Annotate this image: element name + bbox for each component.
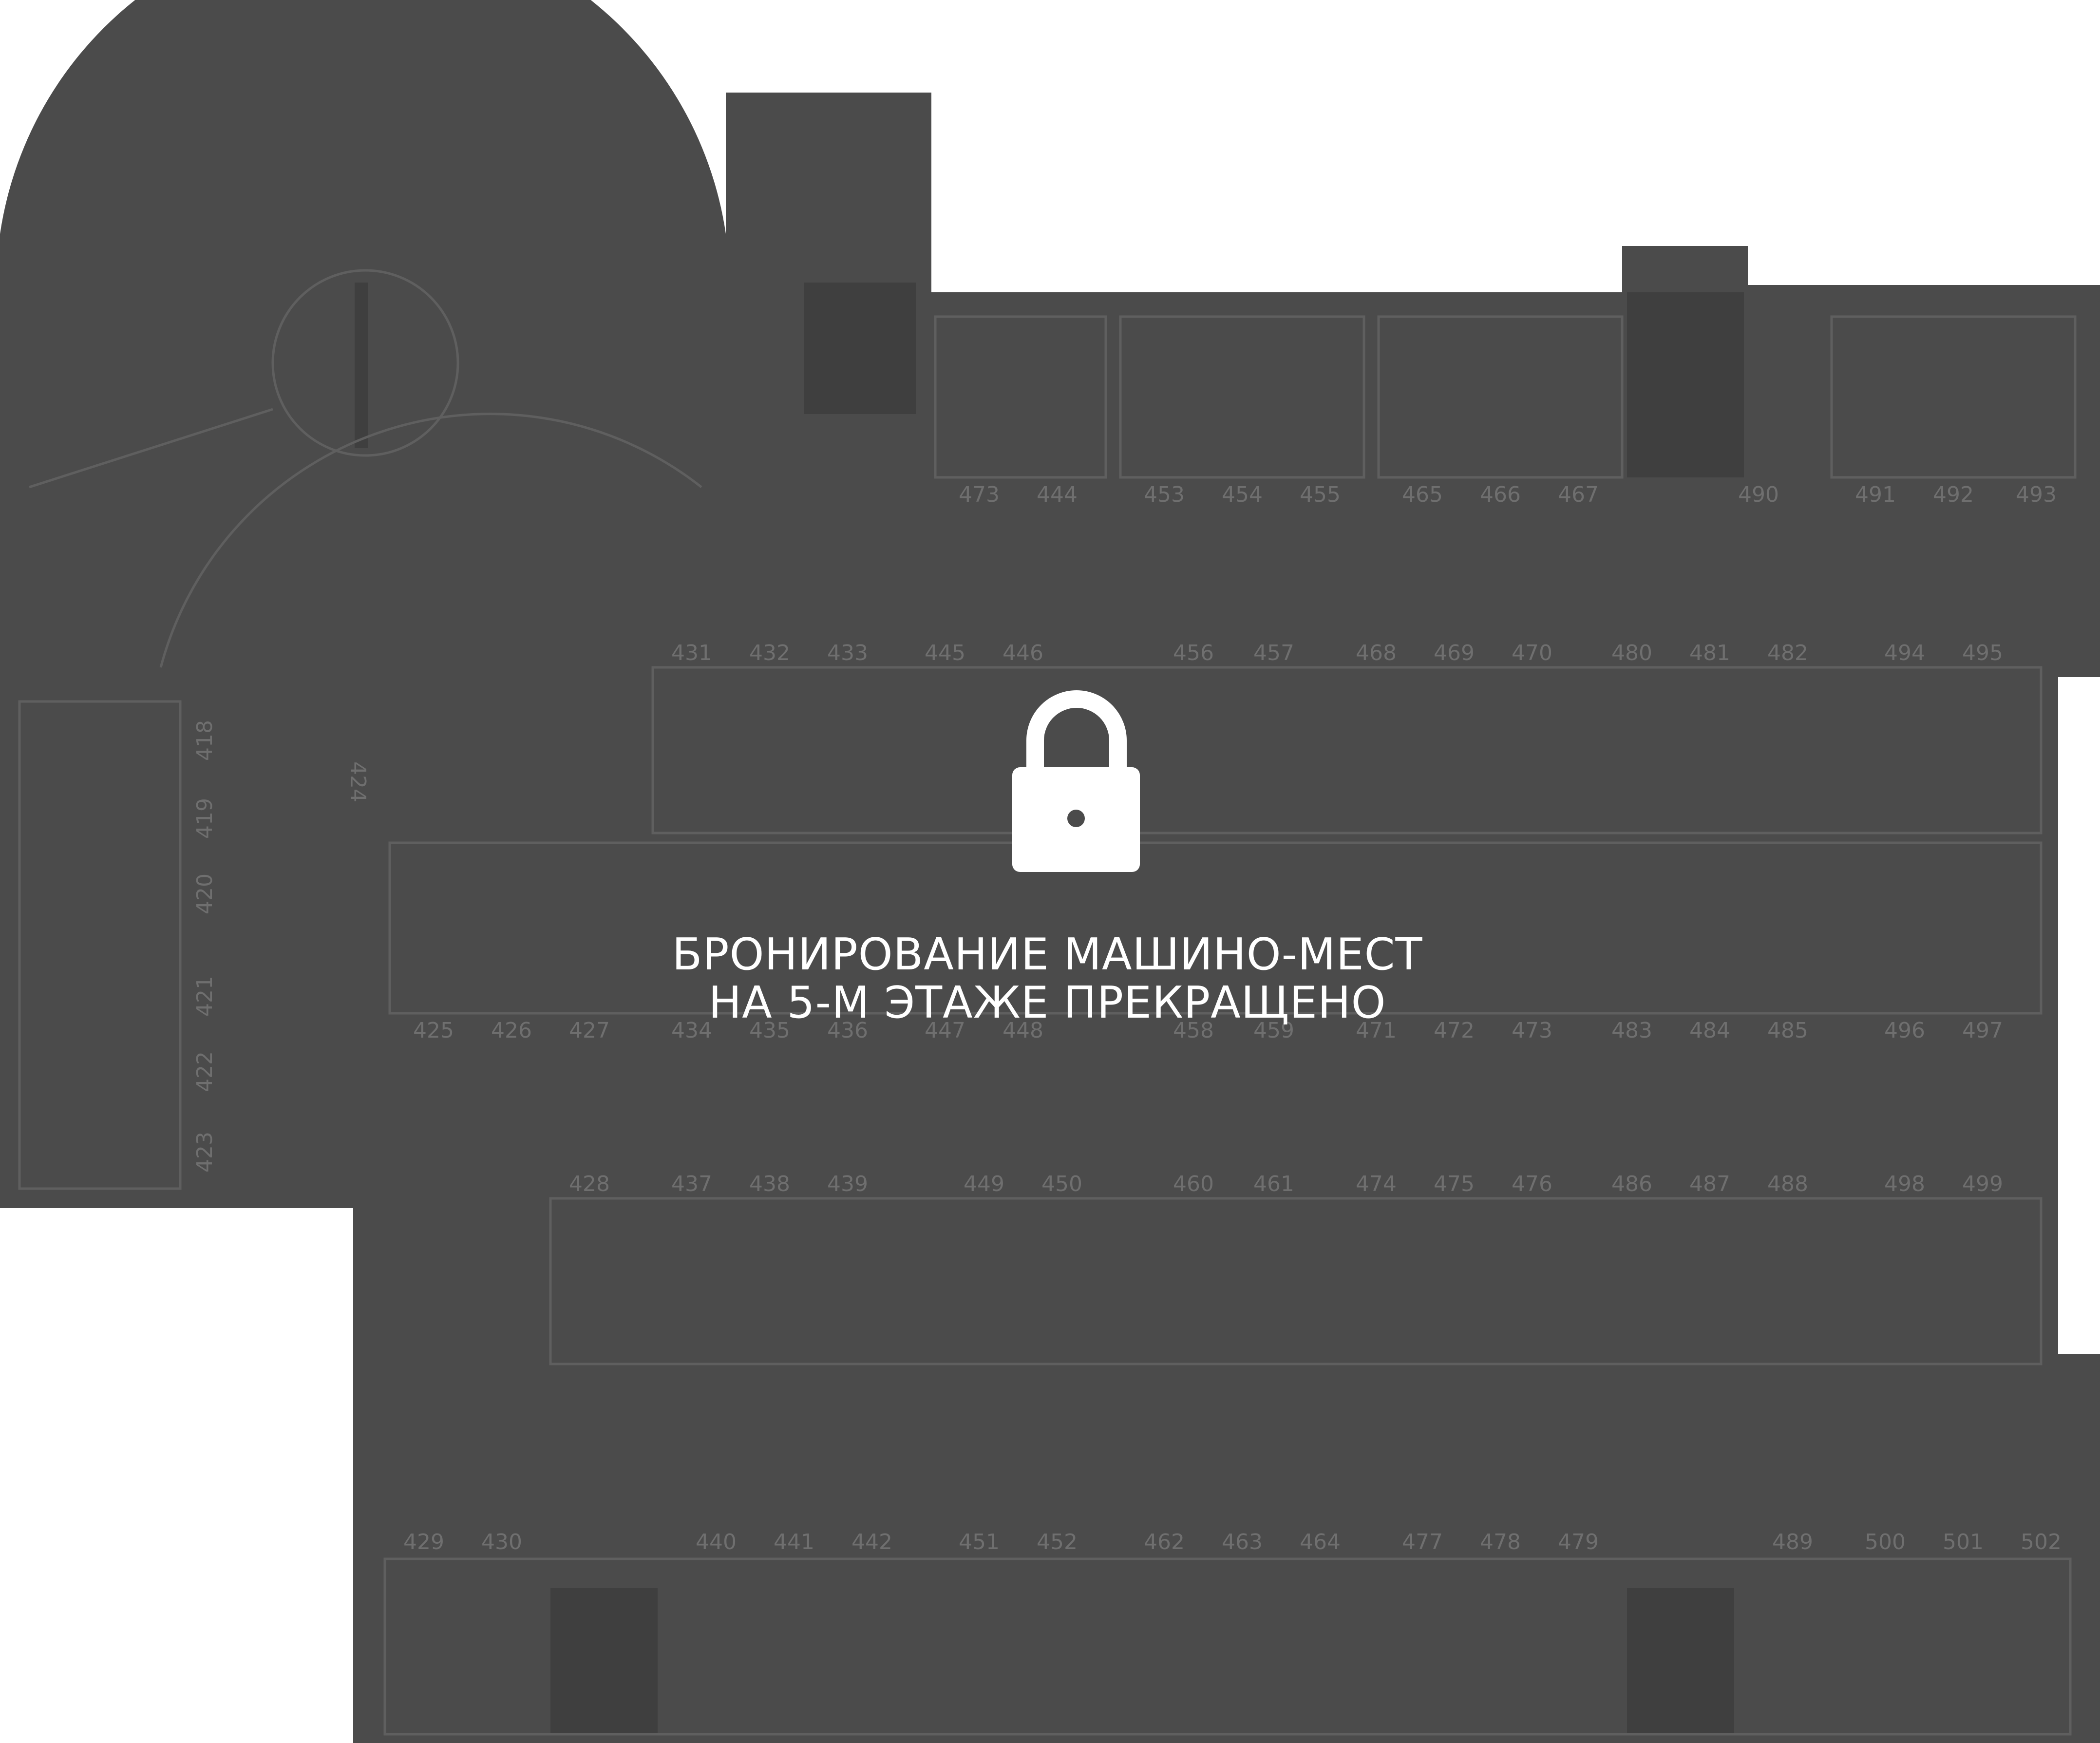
parking-floor-plan: 473 444 453 454 455 465 466 467 490 491 492 493 431 4… — [0, 0, 2100, 1743]
spot-number: 499 — [1962, 1172, 2003, 1196]
spot-number: 421 — [192, 976, 217, 1017]
spot-number: 431 — [671, 641, 712, 665]
spot-number: 462 — [1144, 1530, 1185, 1554]
spot-number: 487 — [1689, 1172, 1730, 1196]
stair-block — [1627, 1588, 1734, 1734]
spot-number: 475 — [1434, 1172, 1475, 1196]
spot-number: 424 — [345, 761, 370, 802]
spot-number: 496 — [1884, 1018, 1925, 1043]
spot-number: 498 — [1884, 1172, 1925, 1196]
stair-block — [1627, 292, 1744, 477]
spot-number: 429 — [403, 1530, 444, 1554]
ramp-pillar — [355, 283, 368, 448]
spot-number: 500 — [1865, 1530, 1906, 1554]
spot-number: 491 — [1855, 482, 1896, 507]
spot-number: 428 — [569, 1172, 610, 1196]
spot-number: 502 — [2021, 1530, 2062, 1554]
spot-number: 465 — [1402, 482, 1443, 507]
spot-number: 454 — [1222, 482, 1263, 507]
spot-number: 438 — [749, 1172, 790, 1196]
spot-number: 473 — [959, 482, 1000, 507]
spot-number: 442 — [851, 1530, 892, 1554]
spot-number: 490 — [1738, 482, 1779, 507]
spot-number: 483 — [1611, 1018, 1652, 1043]
spot-number: 474 — [1356, 1172, 1397, 1196]
spot-number: 463 — [1222, 1530, 1263, 1554]
spot-number: 432 — [749, 641, 790, 665]
spot-number: 441 — [774, 1530, 814, 1554]
spot-number: 425 — [413, 1018, 454, 1043]
spot-number: 426 — [491, 1018, 532, 1043]
spot-number: 439 — [827, 1172, 868, 1196]
spot-number: 453 — [1144, 482, 1185, 507]
spot-number: 497 — [1962, 1018, 2003, 1043]
spot-number: 482 — [1767, 641, 1808, 665]
spot-number: 484 — [1689, 1018, 1730, 1043]
spot-number: 461 — [1253, 1172, 1294, 1196]
spot-number: 446 — [1003, 641, 1043, 665]
spot-number: 467 — [1558, 482, 1599, 507]
spot-number: 430 — [481, 1530, 522, 1554]
spot-number: 449 — [964, 1172, 1004, 1196]
spot-number: 433 — [827, 641, 868, 665]
reservation-closed-message: БРОНИРОВАНИЕ МАШИНО-МЕСТ НА 5-М ЭТАЖЕ ПР… — [560, 930, 1534, 1027]
spot-number: 476 — [1512, 1172, 1552, 1196]
spot-number: 440 — [696, 1530, 737, 1554]
spot-number: 444 — [1037, 482, 1078, 507]
spot-number: 451 — [959, 1530, 1000, 1554]
closed-message-line1: БРОНИРОВАНИЕ МАШИНО-МЕСТ — [672, 929, 1423, 980]
spot-number: 492 — [1933, 482, 1974, 507]
spot-number: 481 — [1689, 641, 1730, 665]
spot-number: 494 — [1884, 641, 1925, 665]
spot-number: 469 — [1434, 641, 1475, 665]
spot-number: 455 — [1300, 482, 1341, 507]
spot-number: 420 — [192, 873, 217, 914]
spot-number: 452 — [1037, 1530, 1078, 1554]
spot-number: 480 — [1611, 641, 1652, 665]
spot-number: 464 — [1300, 1530, 1341, 1554]
spot-number: 422 — [192, 1051, 217, 1092]
spot-number: 460 — [1173, 1172, 1214, 1196]
spot-number: 418 — [192, 720, 217, 761]
stair-block — [550, 1588, 658, 1734]
spot-number: 468 — [1356, 641, 1397, 665]
spot-number: 456 — [1173, 641, 1214, 665]
spot-number: 489 — [1772, 1530, 1813, 1554]
spot-number: 495 — [1962, 641, 2003, 665]
spot-number: 486 — [1611, 1172, 1652, 1196]
spot-number: 477 — [1402, 1530, 1443, 1554]
spot-number: 419 — [192, 798, 217, 839]
spot-number: 445 — [925, 641, 965, 665]
spot-number: 488 — [1767, 1172, 1808, 1196]
spot-number: 466 — [1480, 482, 1521, 507]
spot-number: 450 — [1041, 1172, 1082, 1196]
spot-number: 493 — [2016, 482, 2057, 507]
spot-number: 470 — [1512, 641, 1552, 665]
spot-number: 479 — [1558, 1530, 1599, 1554]
spot-number: 423 — [192, 1132, 217, 1173]
spot-number: 478 — [1480, 1530, 1521, 1554]
spot-number: 437 — [671, 1172, 712, 1196]
closed-message-line2: НА 5-М ЭТАЖЕ ПРЕКРАЩЕНО — [708, 977, 1386, 1028]
spot-number: 501 — [1943, 1530, 1984, 1554]
stair-block — [804, 283, 916, 414]
spot-number: 457 — [1253, 641, 1294, 665]
spot-number: 485 — [1767, 1018, 1808, 1043]
